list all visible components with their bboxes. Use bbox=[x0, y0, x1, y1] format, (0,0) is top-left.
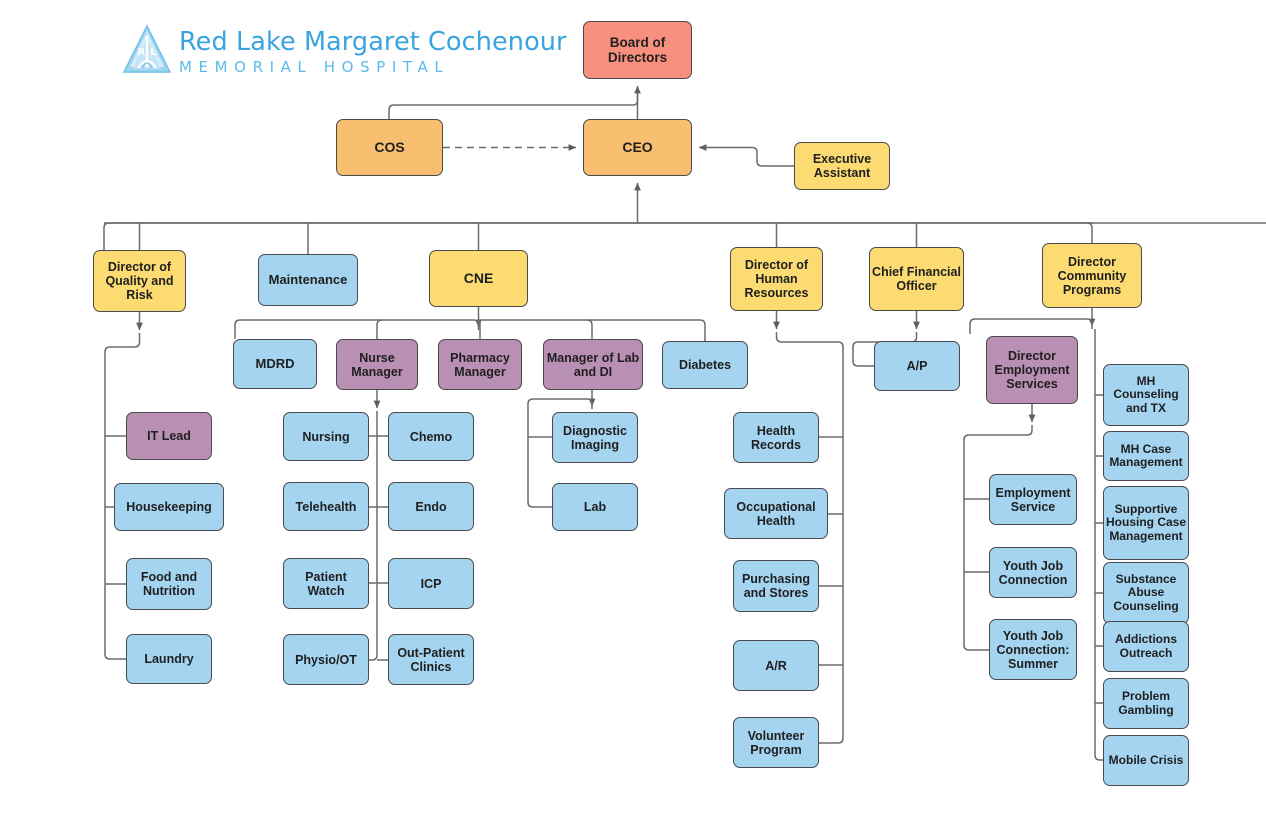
org-node-ceo[interactable]: CEO bbox=[583, 119, 692, 176]
org-node-nursing[interactable]: Nursing bbox=[283, 412, 369, 461]
org-node-label: Youth Job Connection bbox=[998, 558, 1068, 587]
org-node-label: Laundry bbox=[144, 652, 194, 666]
svg-text:L: L bbox=[150, 47, 157, 58]
org-node-purch[interactable]: Purchasing and Stores bbox=[733, 560, 819, 612]
org-node-it_lead[interactable]: IT Lead bbox=[126, 412, 212, 460]
org-node-label: Chief Financial Officer bbox=[872, 265, 961, 293]
org-node-label: A/R bbox=[765, 658, 787, 673]
org-node-label: MH Case Management bbox=[1109, 441, 1183, 469]
org-node-lab[interactable]: Lab bbox=[552, 483, 638, 531]
org-node-label: MH Counseling and TX bbox=[1113, 373, 1179, 415]
org-node-volunteer[interactable]: Volunteer Program bbox=[733, 717, 819, 768]
org-node-endo[interactable]: Endo bbox=[388, 482, 474, 531]
org-node-patient_w[interactable]: Patient Watch bbox=[283, 558, 369, 609]
org-node-label: Substance Abuse Counseling bbox=[1113, 571, 1179, 613]
org-node-dir_emp[interactable]: Director Employment Services bbox=[986, 336, 1078, 404]
org-node-icp[interactable]: ICP bbox=[388, 558, 474, 609]
org-node-cos[interactable]: COS bbox=[336, 119, 443, 176]
org-node-label: Employment Service bbox=[995, 485, 1071, 514]
org-node-label: MDRD bbox=[255, 355, 295, 371]
org-node-label: Nursing bbox=[302, 429, 350, 444]
org-node-outpatient[interactable]: Out-Patient Clinics bbox=[388, 634, 474, 685]
svg-text:R: R bbox=[138, 47, 146, 58]
org-node-label: CNE bbox=[463, 269, 494, 286]
org-node-dir_quality[interactable]: Director of Quality and Risk bbox=[93, 250, 186, 312]
org-node-label: Executive Assistant bbox=[812, 152, 872, 180]
org-node-label: Director Employment Services bbox=[994, 349, 1070, 391]
org-node-label: IT Lead bbox=[147, 429, 191, 443]
org-node-mobile_cris[interactable]: Mobile Crisis bbox=[1103, 735, 1189, 786]
org-node-cfo[interactable]: Chief Financial Officer bbox=[869, 247, 964, 311]
org-node-label: Addictions Outreach bbox=[1115, 632, 1177, 660]
org-node-label: Supportive Housing Case Management bbox=[1106, 501, 1187, 543]
org-node-label: Problem Gambling bbox=[1118, 689, 1174, 717]
org-node-label: Chemo bbox=[409, 429, 453, 444]
org-node-diabetes[interactable]: Diabetes bbox=[662, 341, 748, 389]
org-node-diag_img[interactable]: Diagnostic Imaging bbox=[552, 412, 638, 463]
org-node-label: Occupational Health bbox=[736, 499, 816, 528]
org-node-chemo[interactable]: Chemo bbox=[388, 412, 474, 461]
org-node-label: Pharmacy Manager bbox=[450, 350, 510, 379]
org-node-label: Diabetes bbox=[678, 358, 732, 372]
org-node-label: Patient Watch bbox=[305, 569, 347, 598]
org-node-label: Youth Job Connection: Summer bbox=[996, 628, 1070, 671]
org-node-label: Mobile Crisis bbox=[1108, 752, 1184, 767]
org-node-label: Diagnostic Imaging bbox=[563, 423, 627, 452]
org-node-food_nutr[interactable]: Food and Nutrition bbox=[126, 558, 212, 610]
org-node-youth_sum[interactable]: Youth Job Connection: Summer bbox=[989, 619, 1077, 680]
org-node-exec_asst[interactable]: Executive Assistant bbox=[794, 142, 890, 190]
org-node-label: Volunteer Program bbox=[747, 728, 805, 757]
hospital-name-primary: Red Lake Margaret Cochenour bbox=[179, 26, 567, 57]
org-node-label: Physio/OT bbox=[295, 652, 357, 667]
org-node-label: Lab bbox=[583, 500, 607, 514]
org-node-emp_service[interactable]: Employment Service bbox=[989, 474, 1077, 525]
org-node-label: Housekeeping bbox=[126, 500, 212, 514]
org-node-label: Director of Human Resources bbox=[744, 258, 809, 300]
org-node-label: Director of Quality and Risk bbox=[105, 260, 174, 302]
org-node-label: CEO bbox=[622, 138, 653, 155]
org-node-telehealth[interactable]: Telehealth bbox=[283, 482, 369, 531]
org-node-mgr_lab_di[interactable]: Manager of Lab and DI bbox=[543, 339, 643, 390]
org-node-mh_couns[interactable]: MH Counseling and TX bbox=[1103, 364, 1189, 426]
org-node-occ_health[interactable]: Occupational Health bbox=[724, 488, 828, 539]
org-node-ar[interactable]: A/R bbox=[733, 640, 819, 691]
org-node-pharm_mgr[interactable]: Pharmacy Manager bbox=[438, 339, 522, 390]
org-node-label: Health Records bbox=[750, 423, 802, 452]
org-node-physio_ot[interactable]: Physio/OT bbox=[283, 634, 369, 685]
org-node-label: Telehealth bbox=[295, 499, 357, 514]
org-node-subst_abuse[interactable]: Substance Abuse Counseling bbox=[1103, 562, 1189, 624]
org-node-dir_comm[interactable]: Director Community Programs bbox=[1042, 243, 1142, 308]
org-node-label: Out-Patient Clinics bbox=[397, 645, 465, 674]
org-node-label: Endo bbox=[415, 499, 447, 514]
org-node-youth_job[interactable]: Youth Job Connection bbox=[989, 547, 1077, 598]
org-node-ap[interactable]: A/P bbox=[874, 341, 960, 391]
org-node-supp_house[interactable]: Supportive Housing Case Management bbox=[1103, 486, 1189, 560]
org-node-health_rec[interactable]: Health Records bbox=[733, 412, 819, 463]
org-node-label: Manager of Lab and DI bbox=[546, 350, 640, 379]
org-node-cne[interactable]: CNE bbox=[429, 250, 528, 307]
org-node-label: Purchasing and Stores bbox=[741, 572, 811, 600]
org-node-label: Nurse Manager bbox=[351, 350, 403, 379]
org-node-mdrd[interactable]: MDRD bbox=[233, 339, 317, 389]
org-node-board[interactable]: Board of Directors bbox=[583, 21, 692, 79]
org-node-label: Board of Directors bbox=[607, 34, 668, 65]
org-node-dir_hr[interactable]: Director of Human Resources bbox=[730, 247, 823, 311]
hospital-logo: R L Red Lake Margaret Cochenour MEMORIAL… bbox=[122, 24, 567, 81]
org-node-prob_gamb[interactable]: Problem Gambling bbox=[1103, 678, 1189, 729]
org-chart-canvas: R L Red Lake Margaret Cochenour MEMORIAL… bbox=[0, 0, 1266, 814]
org-node-label: Food and Nutrition bbox=[140, 570, 198, 598]
org-node-label: Maintenance bbox=[268, 271, 348, 287]
org-node-mh_case[interactable]: MH Case Management bbox=[1103, 431, 1189, 481]
org-node-housekeep[interactable]: Housekeeping bbox=[114, 483, 224, 531]
org-node-label: Director Community Programs bbox=[1057, 254, 1127, 297]
hospital-name-secondary: MEMORIAL HOSPITAL bbox=[179, 58, 450, 77]
org-node-label: ICP bbox=[420, 576, 442, 591]
org-node-addictions[interactable]: Addictions Outreach bbox=[1103, 621, 1189, 672]
mountain-triangle-logo-icon: R L bbox=[122, 24, 172, 81]
org-node-laundry[interactable]: Laundry bbox=[126, 634, 212, 684]
org-node-maintenance[interactable]: Maintenance bbox=[258, 254, 358, 306]
org-node-label: COS bbox=[374, 138, 405, 155]
org-node-label: A/P bbox=[906, 359, 928, 373]
org-node-nurse_mgr[interactable]: Nurse Manager bbox=[336, 339, 418, 390]
